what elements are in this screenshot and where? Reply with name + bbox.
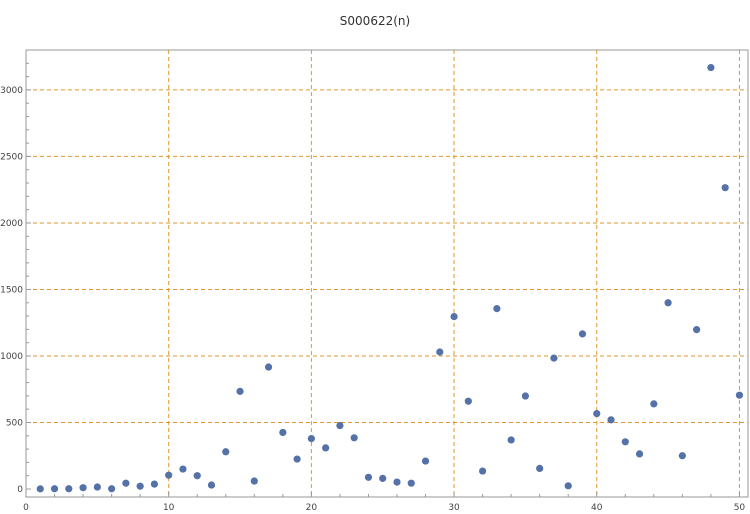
data-point xyxy=(79,484,87,492)
data-point xyxy=(578,330,587,338)
data-point xyxy=(421,457,430,465)
plot-frame-rect xyxy=(25,49,749,498)
data-point xyxy=(350,434,358,442)
y-tick-label: 0 xyxy=(17,485,23,495)
plot-frame xyxy=(25,49,749,498)
data-point xyxy=(222,448,230,456)
data-point xyxy=(479,467,487,475)
data-point xyxy=(50,485,59,493)
axis-ticks xyxy=(25,62,740,497)
data-point xyxy=(407,479,415,487)
data-point xyxy=(379,474,387,482)
scatter-plot: 0 10 20 30 40 50050010001500200025003000 xyxy=(0,49,749,513)
data-point xyxy=(735,391,744,399)
x-tick-label: 30 xyxy=(448,503,460,513)
y-tick-label: 1500 xyxy=(0,285,23,295)
axis-tick-labels: 0 10 20 30 40 50050010001500200025003000 xyxy=(0,86,745,513)
data-point xyxy=(336,421,344,430)
data-point xyxy=(179,465,187,473)
data-point xyxy=(364,473,373,481)
data-point xyxy=(264,363,273,371)
data-point xyxy=(650,400,658,408)
data-point xyxy=(207,481,216,489)
data-point xyxy=(493,305,501,313)
data-point xyxy=(250,477,258,485)
data-point xyxy=(635,450,644,458)
x-tick-label: 20 xyxy=(306,503,318,513)
data-point xyxy=(621,438,629,446)
data-point xyxy=(507,436,515,444)
data-point xyxy=(279,428,287,437)
data-point xyxy=(721,184,729,192)
x-tick-label: 50 xyxy=(734,503,746,513)
y-tick-label: 2500 xyxy=(0,152,23,162)
x-tick-label: 10 xyxy=(163,503,175,513)
grid-layer xyxy=(26,50,748,497)
data-point xyxy=(108,485,116,493)
y-tick-label: 3000 xyxy=(0,86,23,96)
data-point xyxy=(65,485,73,493)
data-point xyxy=(122,479,130,487)
data-point xyxy=(450,313,458,321)
data-point xyxy=(678,452,686,460)
data-point xyxy=(564,482,572,490)
data-point xyxy=(593,409,601,418)
data-point xyxy=(165,471,173,479)
data-point xyxy=(693,326,701,334)
data-point xyxy=(536,464,544,472)
data-point xyxy=(393,478,401,486)
y-tick-label: 2000 xyxy=(0,219,23,229)
data-point xyxy=(193,472,201,480)
data-point xyxy=(550,354,558,362)
data-point xyxy=(607,416,615,424)
y-tick-label: 500 xyxy=(6,419,23,429)
data-point xyxy=(322,444,330,452)
data-point xyxy=(150,480,159,488)
data-point xyxy=(36,485,44,493)
data-point xyxy=(521,392,530,400)
data-point xyxy=(236,387,244,395)
data-point xyxy=(293,455,301,463)
data-point xyxy=(707,63,715,72)
data-point xyxy=(307,434,315,443)
data-point xyxy=(93,483,101,491)
x-tick-label: 40 xyxy=(591,503,603,513)
y-tick-label: 1000 xyxy=(0,352,23,362)
data-point xyxy=(464,397,472,405)
data-point xyxy=(664,299,672,307)
data-points xyxy=(36,63,744,493)
data-point xyxy=(436,348,444,356)
data-point xyxy=(136,482,144,490)
x-tick-label: 0 xyxy=(23,503,29,513)
